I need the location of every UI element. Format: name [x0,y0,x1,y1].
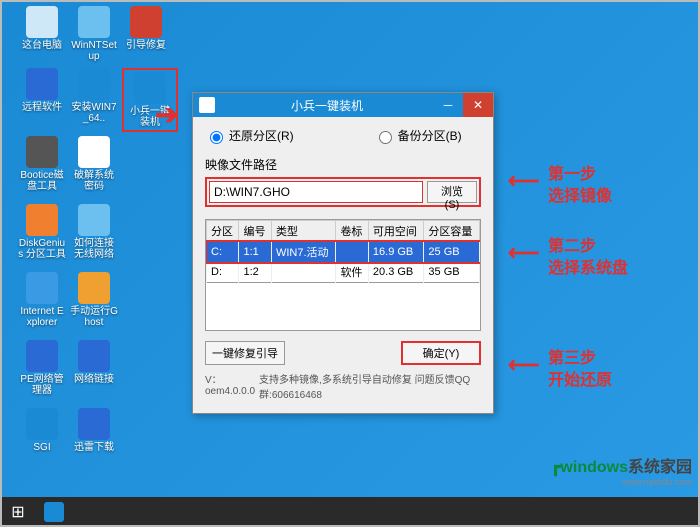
app-icon [78,340,110,372]
taskbar[interactable]: ⊞ [0,497,700,527]
column-header[interactable]: 可用空间 [368,221,424,242]
close-button[interactable]: ✕ [463,93,493,117]
app-icon [78,68,110,100]
icon-label: Bootice磁盘工具 [18,170,66,192]
icon-label: WinNTSetup [70,40,118,62]
path-label: 映像文件路径 [205,156,481,173]
taskbar-app[interactable] [36,497,72,527]
icon-label: 安装WIN7_64.. [70,102,118,124]
installer-dialog: 小兵一键装机 ─ ✕ 还原分区(R) 备份分区(B) 映像文件路径 浏览(S) … [192,92,494,414]
app-icon [26,6,58,38]
ok-button[interactable]: 确定(Y) [401,341,481,365]
icon-label: SGI [18,442,66,453]
app-icon [78,204,110,236]
desktop-icon[interactable]: 引导修复 [122,6,170,51]
icon-label: 远程软件 [18,102,66,113]
app-icon [78,408,110,440]
dialog-title: 小兵一键装机 [221,97,433,114]
version-label: V：oem4.0.0.0 [205,371,259,401]
icon-label: PE网络管理器 [18,374,66,396]
desktop-icon[interactable]: 如何连接无线网络 [70,204,118,260]
image-path-input[interactable] [209,181,423,203]
desktop-icon[interactable]: 安装WIN7_64.. [70,68,118,124]
desktop-icon[interactable]: WinNTSetup [70,6,118,62]
table-row[interactable]: D:1:2软件20.3 GB35 GB [207,262,480,283]
selection-arrow: ➔ [155,98,178,131]
icon-label: 网络链接 [70,374,118,385]
app-icon [130,6,162,38]
column-header[interactable]: 类型 [271,221,336,242]
restore-radio[interactable]: 还原分区(R) [205,127,294,144]
app-icon [78,6,110,38]
icon-label: 手动运行Ghost [70,306,118,328]
backup-radio[interactable]: 备份分区(B) [374,127,462,144]
app-icon [26,272,58,304]
app-icon [26,136,58,168]
start-button[interactable]: ⊞ [0,497,36,527]
table-row[interactable]: C:1:1WIN7.活动16.9 GB25 GB [207,242,480,263]
app-icon [199,97,215,113]
icon-label: Internet Explorer [18,306,66,328]
minimize-button[interactable]: ─ [433,93,463,117]
desktop-icon[interactable]: 破解系统密码 [70,136,118,192]
desktop-icon[interactable]: 手动运行Ghost [70,272,118,328]
icon-label: 迅雷下载 [70,442,118,453]
app-icon [78,272,110,304]
annotation-step2: ⟵ 第二步选择系统盘 [548,236,628,280]
browse-button[interactable]: 浏览(S) [427,181,477,203]
icon-label: 如何连接无线网络 [70,238,118,260]
desktop-icon[interactable]: 网络链接 [70,340,118,385]
column-header[interactable]: 卷标 [336,221,368,242]
icon-label: 破解系统密码 [70,170,118,192]
icon-label: 这台电脑 [18,40,66,51]
app-icon [26,68,58,100]
desktop-icon[interactable]: 远程软件 [18,68,66,113]
desktop-icon[interactable]: SGI [18,408,66,453]
column-header[interactable]: 编号 [239,221,271,242]
desktop: 这台电脑 WinNTSetup 引导修复远程软件安装WIN7_64.. 小兵一键装机 B… [0,0,700,527]
icon-label: 引导修复 [122,40,170,51]
desktop-icon[interactable]: 迅雷下载 [70,408,118,453]
annotation-step3: ⟵ 第三步开始还原 [548,348,612,392]
app-icon [78,136,110,168]
desktop-icon[interactable]: Bootice磁盘工具 [18,136,66,192]
desktop-icon[interactable]: Internet Explorer [18,272,66,328]
column-header[interactable]: 分区 [207,221,239,242]
repair-boot-button[interactable]: 一键修复引导 [205,341,285,365]
partition-table[interactable]: 分区编号类型卷标可用空间分区容量C:1:1WIN7.活动16.9 GB25 GB… [205,219,481,331]
watermark: ┏windows系统家园 www.ruishifu.com [551,453,692,487]
column-header[interactable]: 分区容量 [424,221,480,242]
desktop-icon[interactable]: PE网络管理器 [18,340,66,396]
desktop-icon[interactable]: 这台电脑 [18,6,66,51]
support-label: 支持多种镜像,多系统引导自动修复 问题反馈QQ群:606616468 [259,371,481,401]
icon-label: DiskGenius 分区工具 [18,238,66,260]
app-icon [26,340,58,372]
titlebar[interactable]: 小兵一键装机 ─ ✕ [193,93,493,117]
app-icon [26,408,58,440]
annotation-step1: ⟵ 第一步选择镜像 [548,164,612,208]
app-icon [26,204,58,236]
desktop-icon[interactable]: DiskGenius 分区工具 [18,204,66,260]
